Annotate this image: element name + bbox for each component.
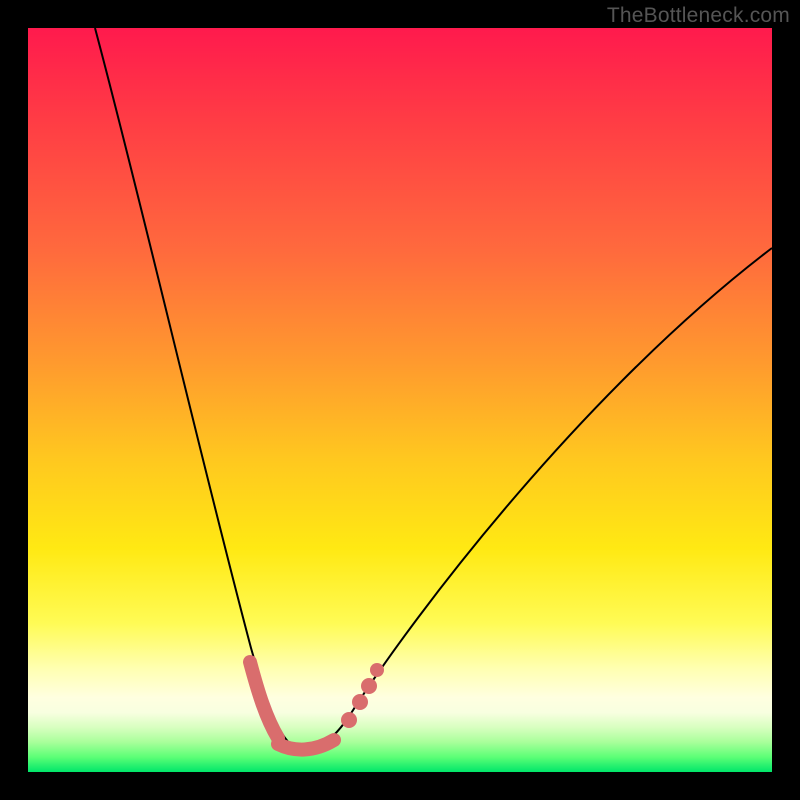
highlight-dot [341, 712, 357, 728]
highlight-dot [352, 694, 368, 710]
highlight-left-descent [250, 662, 278, 738]
chart-frame: TheBottleneck.com [0, 0, 800, 800]
plot-area [28, 28, 772, 772]
highlight-dot [370, 663, 384, 677]
curve-layer [28, 28, 772, 772]
bottleneck-curve [95, 28, 772, 750]
highlight-trough [278, 740, 334, 750]
watermark-text: TheBottleneck.com [607, 4, 790, 28]
highlight-dot [361, 678, 377, 694]
